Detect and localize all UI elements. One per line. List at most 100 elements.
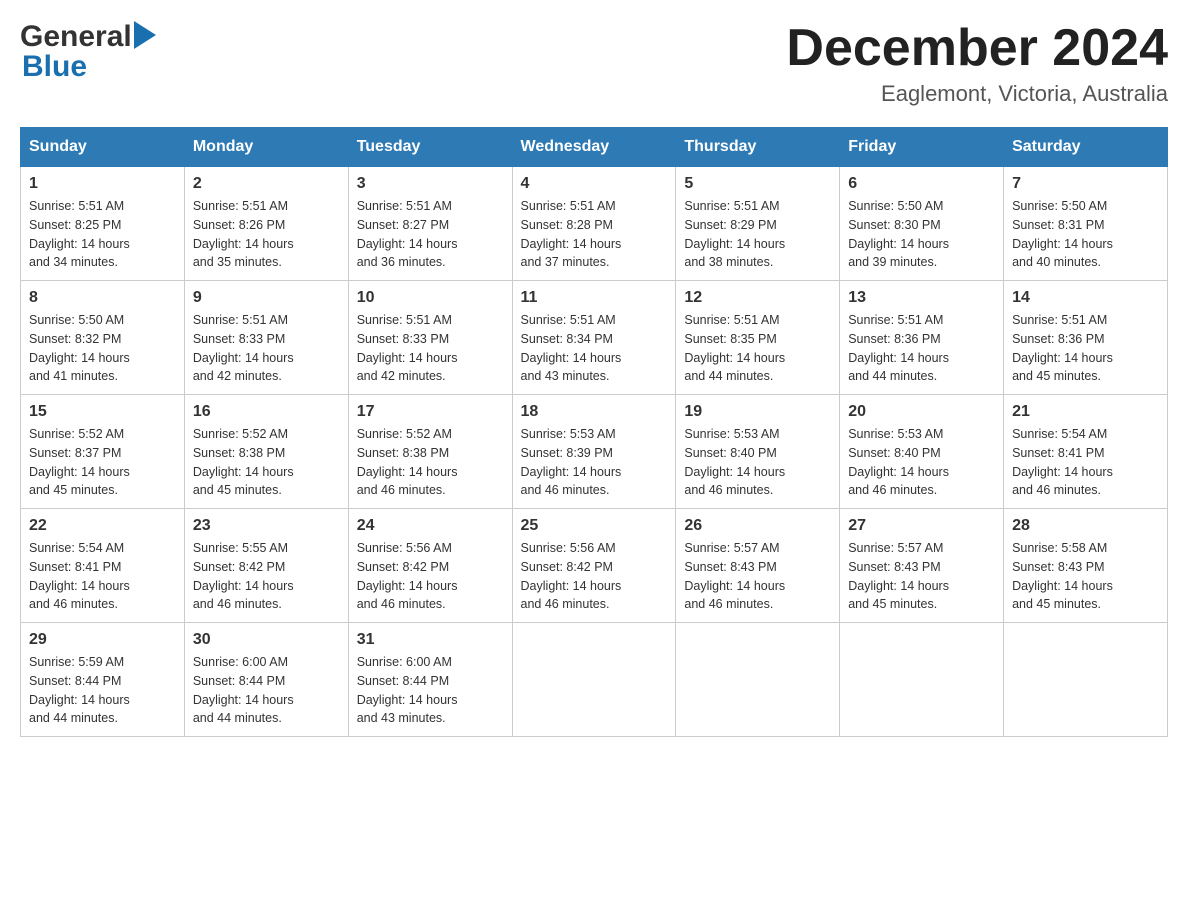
day-number: 27 <box>848 517 995 535</box>
day-number: 20 <box>848 403 995 421</box>
calendar-cell: 3 Sunrise: 5:51 AMSunset: 8:27 PMDaylight… <box>348 167 512 281</box>
calendar-cell: 16 Sunrise: 5:52 AMSunset: 8:38 PMDayligh… <box>184 395 348 509</box>
day-info: Sunrise: 6:00 AMSunset: 8:44 PMDaylight:… <box>193 653 340 728</box>
calendar-cell: 8 Sunrise: 5:50 AMSunset: 8:32 PMDaylight… <box>21 281 185 395</box>
calendar-cell: 23 Sunrise: 5:55 AMSunset: 8:42 PMDayligh… <box>184 509 348 623</box>
day-info: Sunrise: 5:52 AMSunset: 8:37 PMDaylight:… <box>29 425 176 500</box>
calendar-cell: 21 Sunrise: 5:54 AMSunset: 8:41 PMDayligh… <box>1004 395 1168 509</box>
day-info: Sunrise: 5:51 AMSunset: 8:36 PMDaylight:… <box>1012 311 1159 386</box>
day-number: 8 <box>29 289 176 307</box>
day-info: Sunrise: 5:57 AMSunset: 8:43 PMDaylight:… <box>684 539 831 614</box>
month-title: December 2024 <box>786 20 1168 77</box>
week-row-5: 29 Sunrise: 5:59 AMSunset: 8:44 PMDayligh… <box>21 623 1168 737</box>
day-number: 7 <box>1012 175 1159 193</box>
calendar-cell <box>512 623 676 737</box>
day-number: 29 <box>29 631 176 649</box>
calendar-cell: 25 Sunrise: 5:56 AMSunset: 8:42 PMDayligh… <box>512 509 676 623</box>
day-info: Sunrise: 5:51 AMSunset: 8:34 PMDaylight:… <box>521 311 668 386</box>
day-info: Sunrise: 5:50 AMSunset: 8:30 PMDaylight:… <box>848 197 995 272</box>
day-info: Sunrise: 5:56 AMSunset: 8:42 PMDaylight:… <box>521 539 668 614</box>
header-tuesday: Tuesday <box>348 128 512 167</box>
day-number: 31 <box>357 631 504 649</box>
day-info: Sunrise: 5:51 AMSunset: 8:28 PMDaylight:… <box>521 197 668 272</box>
day-number: 25 <box>521 517 668 535</box>
calendar-cell <box>676 623 840 737</box>
calendar-cell: 2 Sunrise: 5:51 AMSunset: 8:26 PMDaylight… <box>184 167 348 281</box>
day-info: Sunrise: 5:51 AMSunset: 8:26 PMDaylight:… <box>193 197 340 272</box>
day-number: 16 <box>193 403 340 421</box>
day-number: 21 <box>1012 403 1159 421</box>
day-info: Sunrise: 5:58 AMSunset: 8:43 PMDaylight:… <box>1012 539 1159 614</box>
day-number: 1 <box>29 175 176 193</box>
calendar-cell: 5 Sunrise: 5:51 AMSunset: 8:29 PMDaylight… <box>676 167 840 281</box>
week-row-3: 15Sunrise: 5:52 AMSunset: 8:37 PMDayligh… <box>21 395 1168 509</box>
day-number: 17 <box>357 403 504 421</box>
day-info: Sunrise: 5:57 AMSunset: 8:43 PMDaylight:… <box>848 539 995 614</box>
day-number: 23 <box>193 517 340 535</box>
calendar-cell: 27 Sunrise: 5:57 AMSunset: 8:43 PMDayligh… <box>840 509 1004 623</box>
header-wednesday: Wednesday <box>512 128 676 167</box>
week-row-2: 8 Sunrise: 5:50 AMSunset: 8:32 PMDaylight… <box>21 281 1168 395</box>
day-number: 3 <box>357 175 504 193</box>
day-info: Sunrise: 5:52 AMSunset: 8:38 PMDaylight:… <box>193 425 340 500</box>
day-info: Sunrise: 5:50 AMSunset: 8:32 PMDaylight:… <box>29 311 176 386</box>
day-number: 10 <box>357 289 504 307</box>
calendar-cell: 14 Sunrise: 5:51 AMSunset: 8:36 PMDayligh… <box>1004 281 1168 395</box>
page-header: General Blue December 2024 Eaglemont, Vi… <box>20 20 1168 107</box>
day-number: 24 <box>357 517 504 535</box>
logo-arrow-icon <box>134 21 156 49</box>
logo: General Blue <box>20 20 156 84</box>
day-number: 4 <box>521 175 668 193</box>
day-info: Sunrise: 5:54 AMSunset: 8:41 PMDaylight:… <box>1012 425 1159 500</box>
weekday-header-row: SundayMondayTuesdayWednesdayThursdayFrid… <box>21 128 1168 167</box>
day-info: Sunrise: 5:51 AMSunset: 8:27 PMDaylight:… <box>357 197 504 272</box>
header-saturday: Saturday <box>1004 128 1168 167</box>
calendar-cell: 26 Sunrise: 5:57 AMSunset: 8:43 PMDayligh… <box>676 509 840 623</box>
week-row-4: 22 Sunrise: 5:54 AMSunset: 8:41 PMDayligh… <box>21 509 1168 623</box>
day-number: 22 <box>29 517 176 535</box>
calendar-cell: 28 Sunrise: 5:58 AMSunset: 8:43 PMDayligh… <box>1004 509 1168 623</box>
day-info: Sunrise: 5:54 AMSunset: 8:41 PMDaylight:… <box>29 539 176 614</box>
calendar-cell: 12Sunrise: 5:51 AMSunset: 8:35 PMDayligh… <box>676 281 840 395</box>
header-thursday: Thursday <box>676 128 840 167</box>
calendar-cell: 6Sunrise: 5:50 AMSunset: 8:30 PMDaylight… <box>840 167 1004 281</box>
day-info: Sunrise: 5:52 AMSunset: 8:38 PMDaylight:… <box>357 425 504 500</box>
day-info: Sunrise: 5:59 AMSunset: 8:44 PMDaylight:… <box>29 653 176 728</box>
calendar-cell: 10 Sunrise: 5:51 AMSunset: 8:33 PMDayligh… <box>348 281 512 395</box>
day-info: Sunrise: 6:00 AMSunset: 8:44 PMDaylight:… <box>357 653 504 728</box>
calendar-cell: 4 Sunrise: 5:51 AMSunset: 8:28 PMDaylight… <box>512 167 676 281</box>
day-number: 30 <box>193 631 340 649</box>
day-number: 2 <box>193 175 340 193</box>
logo-general: General <box>20 20 132 54</box>
location-title: Eaglemont, Victoria, Australia <box>786 81 1168 107</box>
header-monday: Monday <box>184 128 348 167</box>
calendar-cell <box>840 623 1004 737</box>
calendar-cell: 15Sunrise: 5:52 AMSunset: 8:37 PMDayligh… <box>21 395 185 509</box>
day-info: Sunrise: 5:51 AMSunset: 8:35 PMDaylight:… <box>684 311 831 386</box>
calendar-cell <box>1004 623 1168 737</box>
calendar-cell: 18Sunrise: 5:53 AMSunset: 8:39 PMDayligh… <box>512 395 676 509</box>
day-number: 14 <box>1012 289 1159 307</box>
calendar-cell: 13Sunrise: 5:51 AMSunset: 8:36 PMDayligh… <box>840 281 1004 395</box>
header-sunday: Sunday <box>21 128 185 167</box>
calendar-cell: 22 Sunrise: 5:54 AMSunset: 8:41 PMDayligh… <box>21 509 185 623</box>
day-info: Sunrise: 5:51 AMSunset: 8:29 PMDaylight:… <box>684 197 831 272</box>
calendar-cell: 30 Sunrise: 6:00 AMSunset: 8:44 PMDayligh… <box>184 623 348 737</box>
day-number: 18 <box>521 403 668 421</box>
logo-blue: Blue <box>20 50 87 84</box>
day-info: Sunrise: 5:53 AMSunset: 8:40 PMDaylight:… <box>848 425 995 500</box>
day-info: Sunrise: 5:51 AMSunset: 8:33 PMDaylight:… <box>357 311 504 386</box>
calendar-cell: 1Sunrise: 5:51 AMSunset: 8:25 PMDaylight… <box>21 167 185 281</box>
calendar-cell: 24Sunrise: 5:56 AMSunset: 8:42 PMDayligh… <box>348 509 512 623</box>
header-friday: Friday <box>840 128 1004 167</box>
day-info: Sunrise: 5:55 AMSunset: 8:42 PMDaylight:… <box>193 539 340 614</box>
calendar-cell: 17 Sunrise: 5:52 AMSunset: 8:38 PMDayligh… <box>348 395 512 509</box>
title-block: December 2024 Eaglemont, Victoria, Austr… <box>786 20 1168 107</box>
day-number: 26 <box>684 517 831 535</box>
day-number: 28 <box>1012 517 1159 535</box>
day-info: Sunrise: 5:53 AMSunset: 8:40 PMDaylight:… <box>684 425 831 500</box>
calendar-cell: 7Sunrise: 5:50 AMSunset: 8:31 PMDaylight… <box>1004 167 1168 281</box>
day-number: 5 <box>684 175 831 193</box>
calendar-table: SundayMondayTuesdayWednesdayThursdayFrid… <box>20 127 1168 737</box>
day-number: 19 <box>684 403 831 421</box>
